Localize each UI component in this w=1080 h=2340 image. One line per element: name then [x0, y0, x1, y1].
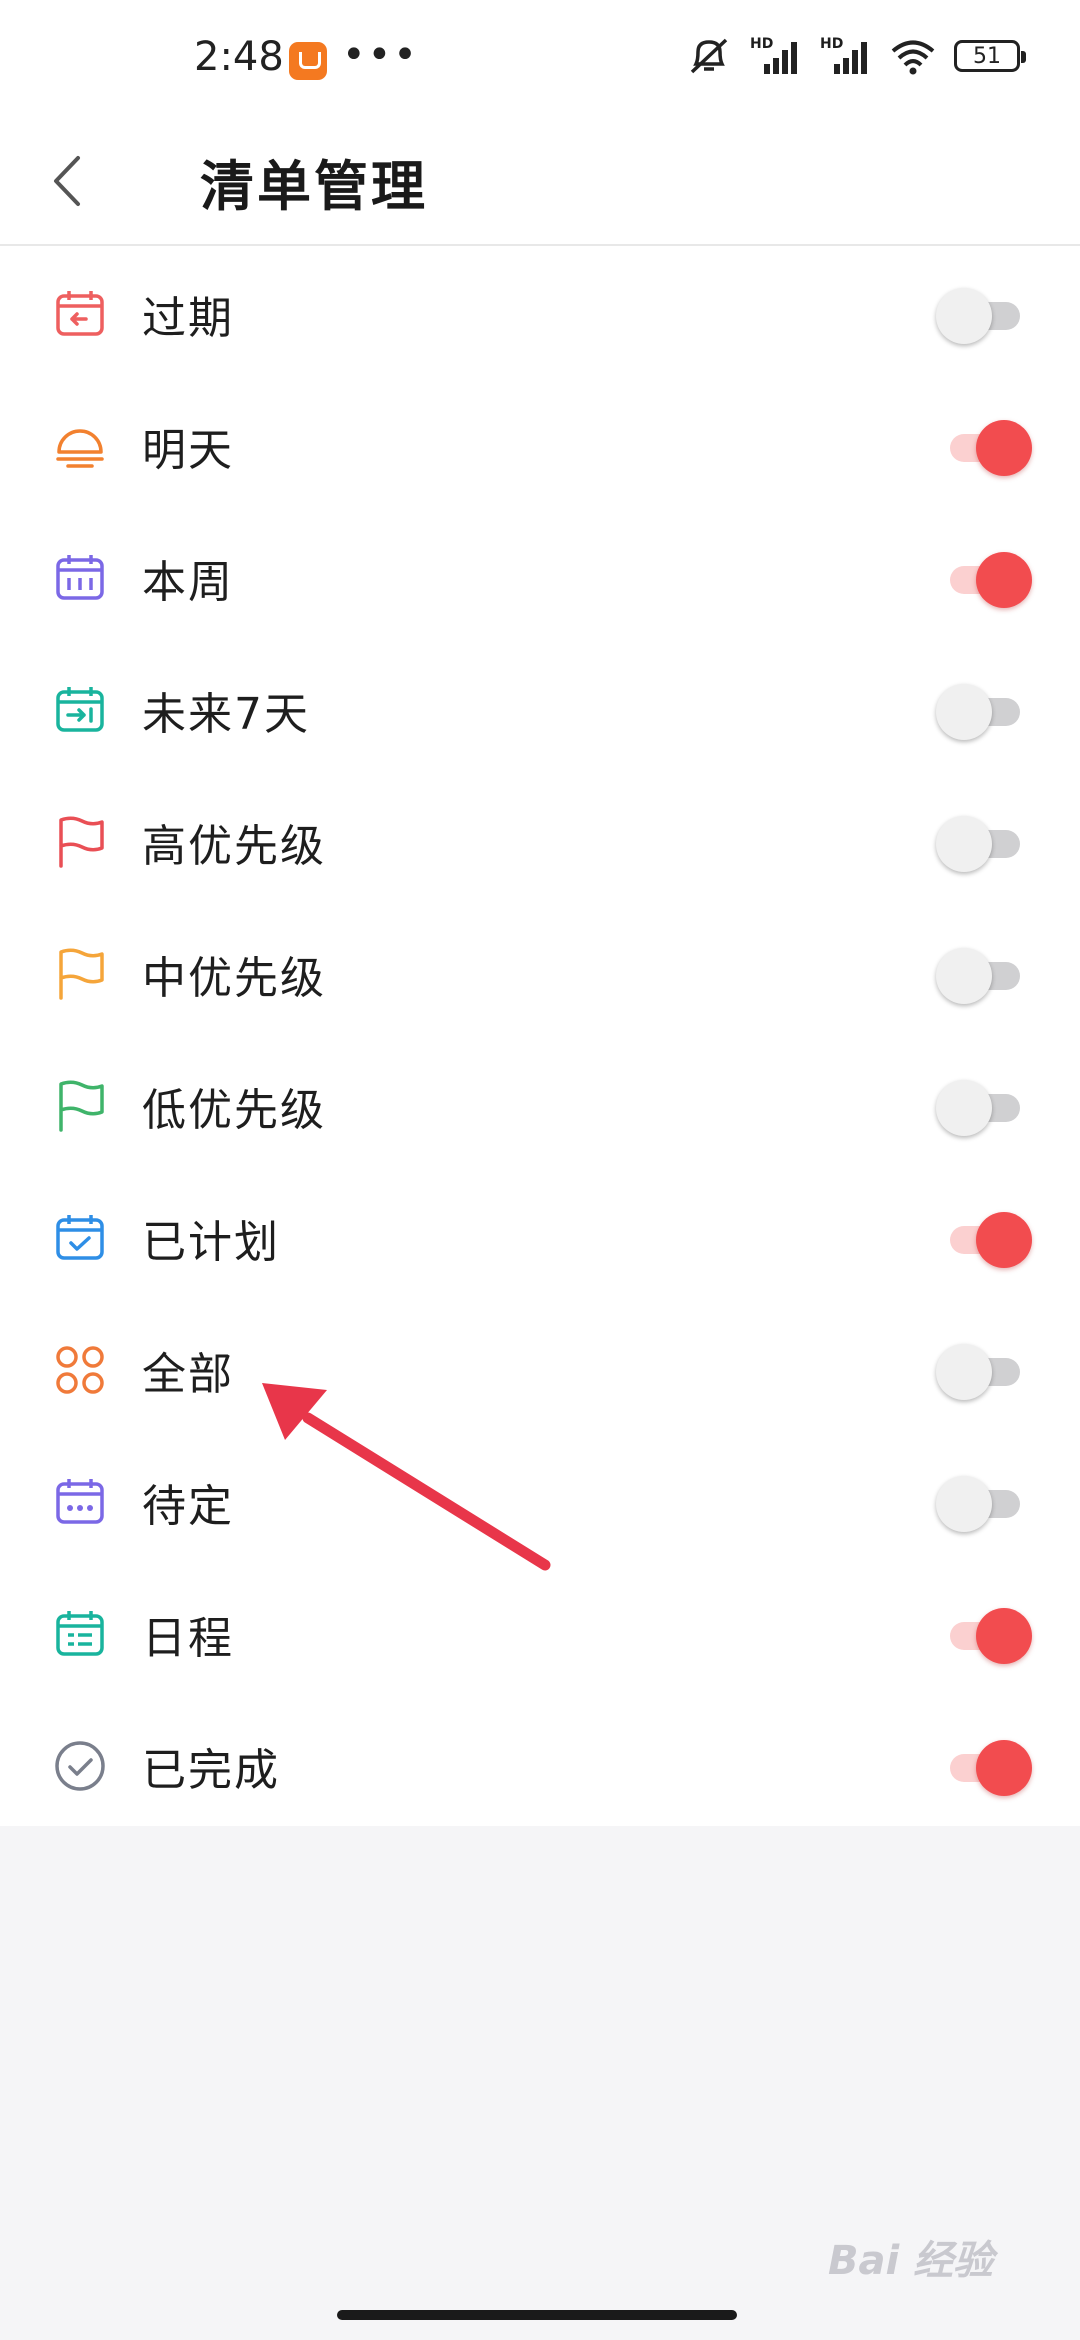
signal-2-icon: HD: [820, 36, 872, 76]
calendar-agenda-icon: [56, 1611, 104, 1656]
list-item-label: 待定: [142, 1481, 234, 1532]
calendar-next-icon: [56, 687, 104, 732]
list-item-completed[interactable]: 已完成: [0, 1698, 1080, 1830]
list-item-scheduled[interactable]: 已计划: [0, 1170, 1080, 1302]
medium-priority-toggle[interactable]: [936, 944, 1026, 1004]
list-item-label: 日程: [142, 1613, 234, 1664]
overdue-toggle[interactable]: [936, 284, 1026, 344]
high-priority-toggle[interactable]: [936, 812, 1026, 872]
scheduled-toggle[interactable]: [936, 1208, 1032, 1268]
calendar-check-icon: [56, 1215, 104, 1260]
grid-circles-icon: [56, 1346, 104, 1394]
calendar-pending-icon: [56, 1479, 104, 1524]
list-item-label: 低优先级: [142, 1085, 326, 1136]
list-item-label: 本周: [142, 557, 234, 608]
watermark-text: Bai 经验: [828, 2238, 994, 2284]
flag-medium-icon: [59, 948, 104, 1000]
calendar-overdue-icon: [56, 291, 104, 336]
tomorrow-toggle[interactable]: [936, 416, 1032, 476]
list-item-pending[interactable]: 待定: [0, 1434, 1080, 1566]
list-item-high-priority[interactable]: 高优先级: [0, 774, 1080, 906]
list-item-label: 全部: [142, 1349, 234, 1400]
list-item-label: 明天: [142, 425, 234, 476]
signal-1-icon: HD: [750, 36, 802, 76]
list-item-label: 已完成: [142, 1745, 280, 1796]
list-settings: 过期 明天 本周 未来7天 高优先级 中优先级 低优先级 已计划 全部 待定 日…: [0, 246, 1080, 1826]
list-item-all[interactable]: 全部: [0, 1302, 1080, 1434]
list-item-tomorrow[interactable]: 明天: [0, 378, 1080, 510]
flag-low-icon: [59, 1080, 104, 1132]
completed-toggle[interactable]: [936, 1736, 1032, 1796]
calendar-week-icon: [56, 555, 104, 600]
mute-icon: [690, 38, 728, 74]
list-item-label: 中优先级: [142, 953, 326, 1004]
sunrise-icon: [56, 429, 104, 468]
page-title: 清单管理: [200, 155, 428, 218]
list-item-label: 过期: [142, 293, 234, 344]
list-item-label: 高优先级: [142, 821, 326, 872]
low-priority-toggle[interactable]: [936, 1076, 1026, 1136]
top-app-bar: 清单管理: [0, 120, 1080, 246]
wifi-icon: [891, 40, 935, 75]
status-time: 2:48: [194, 34, 284, 80]
agenda-toggle[interactable]: [936, 1604, 1032, 1664]
check-circle-icon: [55, 1741, 105, 1791]
app-notification-icon: [289, 42, 327, 80]
list-item-label: 已计划: [142, 1217, 280, 1268]
home-indicator[interactable]: [337, 2310, 737, 2320]
pending-toggle[interactable]: [936, 1472, 1026, 1532]
battery-indicator: 51: [954, 40, 1026, 72]
list-item-this-week[interactable]: 本周: [0, 510, 1080, 642]
back-button[interactable]: [40, 136, 100, 226]
list-item-overdue[interactable]: 过期: [0, 246, 1080, 378]
flag-high-icon: [59, 816, 104, 868]
list-item-medium-priority[interactable]: 中优先级: [0, 906, 1080, 1038]
more-notifications-icon: •••: [342, 32, 419, 78]
all-toggle[interactable]: [936, 1340, 1026, 1400]
this-week-toggle[interactable]: [936, 548, 1032, 608]
list-item-agenda[interactable]: 日程: [0, 1566, 1080, 1698]
status-bar: 2:48 ••• HD HD 51: [0, 0, 1080, 120]
list-item-label: 未来7天: [142, 689, 310, 740]
list-item-low-priority[interactable]: 低优先级: [0, 1038, 1080, 1170]
next-7-days-toggle[interactable]: [936, 680, 1026, 740]
list-item-next-7-days[interactable]: 未来7天: [0, 642, 1080, 774]
